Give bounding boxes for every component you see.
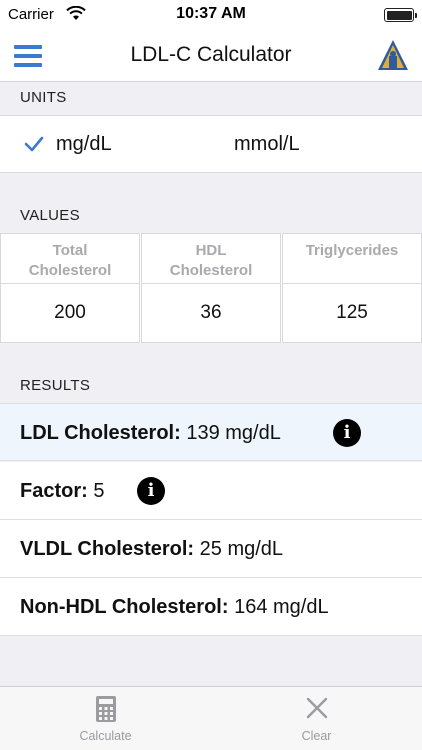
info-icon[interactable]: i <box>137 477 165 505</box>
checkmark-icon <box>24 136 44 152</box>
result-label: VLDL Cholesterol: <box>20 538 195 560</box>
units-section-header: UNITS <box>20 89 67 106</box>
total-cholesterol-label: Total Cholesterol <box>0 233 140 284</box>
result-value: 5 <box>93 480 105 502</box>
institution-logo-icon <box>378 40 408 70</box>
values-section-header: VALUES <box>20 207 80 224</box>
status-time: 10:37 AM <box>176 5 246 22</box>
close-icon <box>306 697 327 719</box>
result-ldl-cholesterol: LDL Cholesterol: 139 mg/dL i <box>0 403 422 461</box>
result-factor: Factor: 5 i <box>0 462 422 520</box>
units-selector: mg/dL mmol/L <box>0 115 422 173</box>
tab-bar: Calculate Clear <box>0 686 422 750</box>
triglycerides-input[interactable]: 125 <box>282 284 422 343</box>
result-value: 164 mg/dL <box>234 596 329 618</box>
status-bar: Carrier 10:37 AM <box>0 0 422 30</box>
triglycerides-label: Triglycerides <box>282 233 422 284</box>
result-label: LDL Cholesterol: <box>20 422 181 444</box>
result-value: 25 mg/dL <box>199 538 284 560</box>
calculator-icon <box>95 696 116 722</box>
result-vldl-cholesterol: VLDL Cholesterol: 25 mg/dL <box>0 520 422 578</box>
result-non-hdl-cholesterol: Non-HDL Cholesterol: 164 mg/dL <box>0 578 422 636</box>
unit-option-mmol-l[interactable]: mmol/L <box>234 133 300 156</box>
results-section-header: RESULTS <box>20 377 91 394</box>
triglycerides-field: Triglycerides 125 <box>282 233 422 343</box>
tab-clear[interactable]: Clear <box>211 687 422 750</box>
unit-option-mg-dl[interactable]: mg/dL <box>56 133 112 156</box>
hdl-cholesterol-input[interactable]: 36 <box>141 284 281 343</box>
result-label: Non-HDL Cholesterol: <box>20 596 229 618</box>
tab-calculate[interactable]: Calculate <box>0 687 211 750</box>
nav-bar: LDL-C Calculator <box>0 30 422 82</box>
total-cholesterol-input[interactable]: 200 <box>0 284 140 343</box>
values-grid: Total Cholesterol 200 HDL Cholesterol 36… <box>0 233 422 343</box>
page-title: LDL-C Calculator <box>130 43 292 66</box>
tab-calculate-label: Calculate <box>79 729 132 743</box>
result-value: 139 mg/dL <box>186 422 281 444</box>
total-cholesterol-field: Total Cholesterol 200 <box>0 233 140 343</box>
tab-clear-label: Clear <box>301 729 332 743</box>
hdl-cholesterol-field: HDL Cholesterol 36 <box>141 233 281 343</box>
result-label: Factor: <box>20 480 88 502</box>
hdl-cholesterol-label: HDL Cholesterol <box>141 233 281 284</box>
battery-icon <box>384 8 417 22</box>
info-icon[interactable]: i <box>333 419 361 447</box>
